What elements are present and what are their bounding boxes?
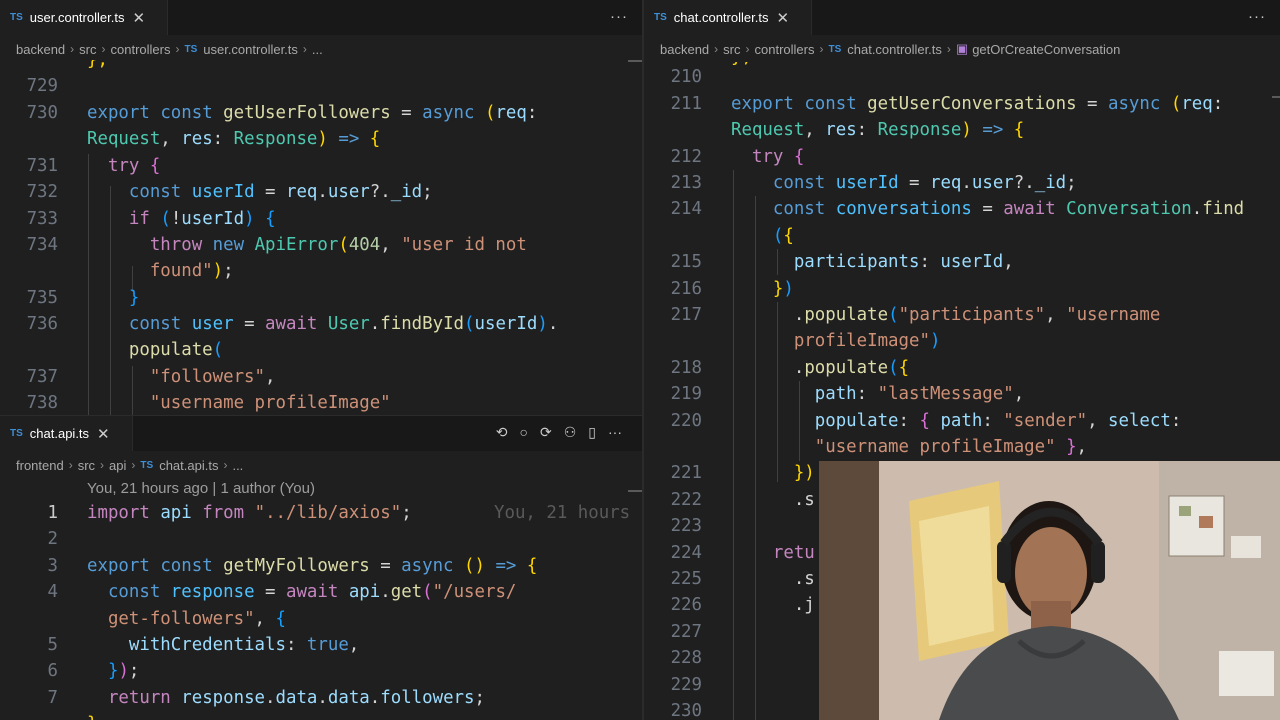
codelens-blame[interactable]: You, 21 hours ago | 1 author (You) [87, 480, 315, 497]
breadcrumb-item[interactable]: src [723, 42, 740, 57]
breadcrumb-item[interactable]: controllers [755, 42, 815, 57]
scrollbar-marker [628, 490, 642, 492]
breadcrumb-item[interactable]: frontend [16, 458, 64, 473]
breadcrumb-item[interactable]: chat.controller.ts [847, 42, 942, 57]
code-line: 219 path: "lastMessage", [670, 384, 1025, 404]
function-icon: ▣ [955, 41, 969, 56]
code-line: 734 throw new ApiError(404, "user id not [26, 235, 527, 255]
code-line: 735 } [26, 288, 140, 308]
code-line: 211 export const getUserConversations = a… [670, 94, 1224, 114]
more-actions-icon[interactable]: ··· [610, 8, 628, 25]
code-line: 736 const user = await User.findById(use… [26, 314, 559, 334]
code-line: 730 export const getUserFollowers = async… [26, 103, 538, 123]
breadcrumb-item[interactable]: backend [16, 42, 65, 57]
code-line: 3 export const getMyFollowers = async () … [47, 556, 538, 576]
code-line: 733 if (!userId) { [26, 209, 276, 229]
code-line: 5 withCredentials: true, [47, 635, 360, 655]
source-control-icon[interactable]: ⚇ [564, 424, 577, 441]
breadcrumb-item[interactable]: getOrCreateConversation [972, 42, 1120, 57]
breadcrumb-item[interactable]: backend [660, 42, 709, 57]
code-line: get-followers", { [107, 609, 286, 629]
inline-blame: You, 21 hours [494, 503, 631, 523]
split-editor-icon[interactable]: ▯ [588, 424, 596, 441]
code-line: ({ [772, 226, 794, 246]
breadcrumb-item[interactable]: src [79, 42, 96, 57]
code-line: 1 import api from "../lib/axios"; You, 21 … [0, 500, 642, 526]
webcam-overlay [819, 461, 1280, 720]
close-icon[interactable]: ✕ [132, 9, 145, 27]
tab-bar: TS chat.controller.ts ✕ ··· [644, 0, 1280, 35]
left-top-editor: TS user.controller.ts ✕ ··· backend › src… [0, 0, 642, 415]
breadcrumb-item[interactable]: api [109, 458, 126, 473]
next-change-icon[interactable]: ⟳ [540, 424, 552, 441]
previous-change-icon[interactable]: ○ [520, 424, 528, 441]
code-line: 210 [670, 67, 702, 87]
typescript-icon: TS [184, 43, 198, 55]
tab-label: user.controller.ts [29, 10, 125, 25]
tab-label: chat.controller.ts [673, 10, 769, 25]
code-line: 216 }) [670, 279, 794, 299]
code-line: 2 [47, 529, 58, 549]
typescript-icon: TS [10, 12, 23, 23]
breadcrumb-item[interactable]: chat.api.ts [159, 458, 218, 473]
more-actions-icon[interactable]: ··· [608, 424, 622, 441]
breadcrumb-item[interactable]: user.controller.ts [203, 42, 298, 57]
code-line: 220 populate: { path: "sender", select: [670, 411, 1182, 431]
breadcrumb: backend › src › controllers › TS chat.contr… [660, 41, 1121, 57]
code-line: 4 const response = await api.get("/users… [47, 582, 517, 602]
breadcrumb-item[interactable]: controllers [111, 42, 171, 57]
code-line: "username profileImage" }, [814, 437, 1088, 457]
code-line: 729 [26, 76, 58, 96]
typescript-icon: TS [140, 459, 154, 471]
breadcrumb-item[interactable]: ... [312, 42, 323, 57]
code-line: } [0, 711, 642, 720]
code-line: 215 participants: userId, [670, 252, 1014, 272]
typescript-icon: TS [828, 43, 842, 55]
code-line: found"); [149, 261, 234, 281]
code-line: 732 const userId = req.user?._id; [26, 182, 433, 202]
tab-user-controller[interactable]: TS user.controller.ts ✕ [0, 0, 168, 35]
code-area[interactable]: }; 729 730 export const getUserFollowers … [0, 60, 642, 415]
tab-chat-api[interactable]: TS chat.api.ts ✕ [0, 416, 133, 451]
code-line: populate( [128, 340, 224, 360]
code-line: 737 "followers", [26, 367, 276, 387]
code-line: Request, res: Response) => { [87, 129, 381, 149]
breadcrumb: frontend › src › api › TS chat.api.ts › ... [16, 457, 244, 473]
code-line: 213 const userId = req.user?._id; [670, 173, 1077, 193]
breadcrumb-item[interactable]: ... [232, 458, 243, 473]
code-line: 218 .populate({ [670, 358, 910, 378]
code-line: profileImage") [793, 331, 941, 351]
open-changes-icon[interactable]: ⟲ [496, 424, 508, 441]
tab-bar: TS chat.api.ts ✕ ⟲ ○ ⟳ ⚇ ▯ ··· [0, 416, 642, 451]
code-line: Request, res: Response) => { [731, 120, 1025, 140]
typescript-icon: TS [10, 428, 23, 439]
tab-chat-controller[interactable]: TS chat.controller.ts ✕ [644, 0, 812, 35]
code-line: 731 try { [26, 156, 161, 176]
code-area[interactable]: 1 import api from "../lib/axios"; You, 21 … [0, 500, 642, 720]
code-line: 738 "username profileImage" [26, 393, 391, 413]
webcam-feed [819, 461, 1280, 720]
code-line: 214 const conversations = await Conversa… [670, 199, 1245, 219]
breadcrumb: backend › src › controllers › TS user.contr… [16, 41, 323, 57]
code-line: 6 }); [47, 661, 140, 681]
close-icon[interactable]: ✕ [776, 9, 789, 27]
code-line: 217 .populate("participants", "username [670, 305, 1161, 325]
editor-actions: ⟲ ○ ⟳ ⚇ ▯ ··· [496, 424, 622, 441]
tab-bar: TS user.controller.ts ✕ ··· [0, 0, 642, 35]
tab-label: chat.api.ts [29, 426, 90, 441]
more-actions-icon[interactable]: ··· [1248, 8, 1266, 25]
typescript-icon: TS [654, 12, 667, 23]
code-line: 212 try { [670, 147, 805, 167]
close-icon[interactable]: ✕ [97, 425, 110, 443]
code-line: }; [87, 60, 108, 70]
breadcrumb-item[interactable]: src [78, 458, 95, 473]
code-line: 7 return response.data.data.followers; [47, 688, 485, 708]
